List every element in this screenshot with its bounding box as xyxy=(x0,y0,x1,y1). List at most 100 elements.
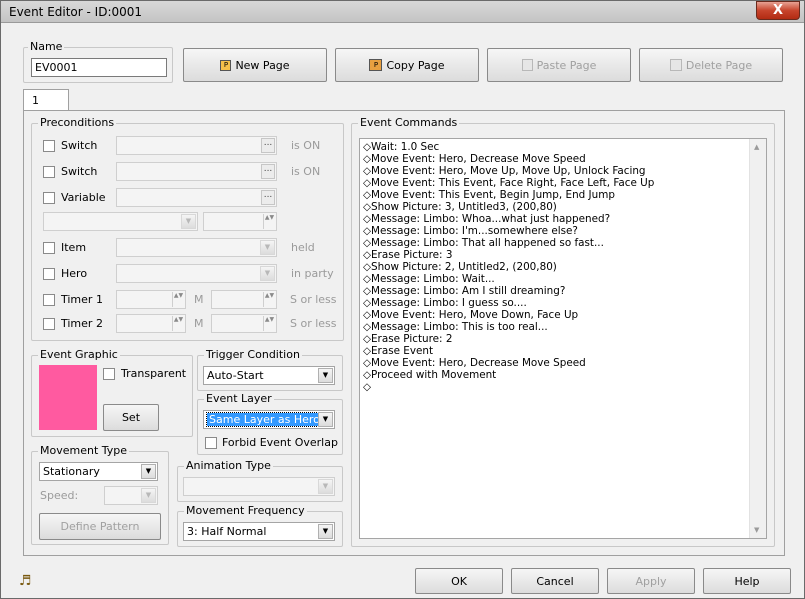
new-page-icon: P xyxy=(220,59,232,71)
command-line[interactable]: ◇Erase Picture: 2 xyxy=(360,333,766,345)
chevron-down-icon: ▼ xyxy=(318,412,333,427)
command-line[interactable]: ◇Wait: 1.0 Sec xyxy=(360,141,766,153)
music-icon[interactable]: ♬ xyxy=(19,573,32,589)
command-line[interactable]: ◇Move Event: This Event, Begin Jump, End… xyxy=(360,189,766,201)
event-layer-legend: Event Layer xyxy=(204,392,274,405)
switch1-browse-button[interactable]: ... xyxy=(261,138,275,153)
chevron-down-icon: ▼ xyxy=(181,214,196,229)
preconditions-group: Preconditions xyxy=(31,116,344,341)
timer1-label: Timer 1 xyxy=(61,293,103,306)
variable-checkbox[interactable] xyxy=(43,192,55,204)
command-line[interactable]: ◇Erase Picture: 3 xyxy=(360,249,766,261)
switch2-browse-button[interactable]: ... xyxy=(261,164,275,179)
spinner-arrows-icon[interactable]: ▲▼ xyxy=(263,316,275,331)
movement-type-select[interactable]: Stationary ▼ xyxy=(39,462,158,481)
hero-combo[interactable]: ▼ xyxy=(116,264,277,283)
title-bar[interactable]: Event Editor - ID:0001 X xyxy=(1,1,804,23)
timer2-m-label: M xyxy=(194,317,204,330)
variable-label: Variable xyxy=(61,191,106,204)
event-graphic-legend: Event Graphic xyxy=(38,348,120,361)
timer2-checkbox[interactable] xyxy=(43,318,55,330)
movement-frequency-select[interactable]: 3: Half Normal ▼ xyxy=(183,522,335,541)
timer1-checkbox[interactable] xyxy=(43,294,55,306)
tab-page-1[interactable]: 1 xyxy=(23,89,69,111)
timer1-seconds-spinner[interactable]: ▲▼ xyxy=(211,290,277,309)
item-checkbox[interactable] xyxy=(43,242,55,254)
commands-scrollbar[interactable]: ▲ ▼ xyxy=(749,139,766,538)
command-line[interactable]: ◇Show Picture: 3, Untitled3, (200,80) xyxy=(360,201,766,213)
command-line[interactable]: ◇Message: Limbo: This is too real... xyxy=(360,321,766,333)
timer2-minutes-spinner[interactable]: ▲▼ xyxy=(116,314,186,333)
timer2-seconds-spinner[interactable]: ▲▼ xyxy=(211,314,277,333)
timer1-minutes-spinner[interactable]: ▲▼ xyxy=(116,290,186,309)
item-combo[interactable]: ▼ xyxy=(116,238,277,257)
command-line[interactable]: ◇Move Event: Hero, Move Up, Move Up, Unl… xyxy=(360,165,766,177)
switch1-checkbox[interactable] xyxy=(43,140,55,152)
define-pattern-button[interactable]: Define Pattern xyxy=(39,513,161,540)
event-commands-list[interactable]: ◇Wait: 1.0 Sec ◇Move Event: Hero, Decreas… xyxy=(359,138,767,539)
event-editor-window: Event Editor - ID:0001 X Name EV0001 P N… xyxy=(0,0,805,599)
command-line[interactable]: ◇Move Event: Hero, Move Down, Face Up xyxy=(360,309,766,321)
name-legend: Name xyxy=(28,40,65,53)
variable-compare-combo[interactable]: ▼ xyxy=(43,212,198,231)
copy-page-label: Copy Page xyxy=(386,58,445,72)
name-input[interactable]: EV0001 xyxy=(31,58,167,77)
trigger-condition-select[interactable]: Auto-Start ▼ xyxy=(203,366,335,385)
command-line[interactable]: ◇Message: Limbo: Am I still dreaming? xyxy=(360,285,766,297)
command-line[interactable]: ◇Move Event: This Event, Face Right, Fac… xyxy=(360,177,766,189)
movement-type-legend: Movement Type xyxy=(38,444,130,457)
event-layer-select[interactable]: Same Layer as Hero ▼ xyxy=(203,410,335,429)
spinner-arrows-icon[interactable]: ▲▼ xyxy=(263,214,275,229)
chevron-down-icon: ▼ xyxy=(318,368,333,383)
window-title: Event Editor - ID:0001 xyxy=(9,5,143,19)
scroll-up-icon[interactable]: ▲ xyxy=(754,143,759,151)
variable-value-spinner[interactable]: ▲▼ xyxy=(203,212,277,231)
transparent-checkbox[interactable] xyxy=(103,368,115,380)
spinner-arrows-icon[interactable]: ▲▼ xyxy=(172,316,184,331)
close-button[interactable]: X xyxy=(756,1,800,20)
help-button[interactable]: Help xyxy=(703,568,791,594)
animation-type-select[interactable]: ▼ xyxy=(183,477,335,496)
command-line[interactable]: ◇Move Event: Hero, Decrease Move Speed xyxy=(360,357,766,369)
switch2-checkbox[interactable] xyxy=(43,166,55,178)
chevron-down-icon: ▼ xyxy=(318,524,333,539)
apply-button[interactable]: Apply xyxy=(607,568,695,594)
paste-page-button[interactable]: Paste Page xyxy=(487,48,631,82)
switch1-label: Switch xyxy=(61,139,98,152)
command-line[interactable]: ◇Erase Event xyxy=(360,345,766,357)
command-line[interactable]: ◇ xyxy=(360,381,766,393)
hero-checkbox[interactable] xyxy=(43,268,55,280)
hero-label: Hero xyxy=(61,267,88,280)
ok-button[interactable]: OK xyxy=(415,568,503,594)
item-label: Item xyxy=(61,241,87,254)
spinner-arrows-icon[interactable]: ▲▼ xyxy=(172,292,184,307)
paste-page-label: Paste Page xyxy=(536,58,597,72)
forbid-overlap-checkbox[interactable] xyxy=(205,437,217,449)
command-line[interactable]: ◇Proceed with Movement xyxy=(360,369,766,381)
speed-select[interactable]: ▼ xyxy=(104,486,158,505)
copy-page-button[interactable]: P Copy Page xyxy=(335,48,479,82)
delete-page-button[interactable]: Delete Page xyxy=(639,48,783,82)
chevron-down-icon: ▼ xyxy=(260,240,275,255)
command-line[interactable]: ◇Show Picture: 2, Untitled2, (200,80) xyxy=(360,261,766,273)
event-graphic-preview[interactable] xyxy=(39,365,97,430)
command-line[interactable]: ◇Message: Limbo: That all happened so fa… xyxy=(360,237,766,249)
command-line[interactable]: ◇Message: Limbo: I'm...somewhere else? xyxy=(360,225,766,237)
chevron-down-icon: ▼ xyxy=(260,266,275,281)
new-page-button[interactable]: P New Page xyxy=(183,48,327,82)
variable-browse-button[interactable]: ... xyxy=(261,190,275,205)
command-line[interactable]: ◇Move Event: Hero, Decrease Move Speed xyxy=(360,153,766,165)
scroll-down-icon[interactable]: ▼ xyxy=(754,526,759,534)
command-line[interactable]: ◇Message: Limbo: Wait... xyxy=(360,273,766,285)
delete-page-icon xyxy=(669,59,682,71)
command-line[interactable]: ◇Message: Limbo: Whoa...what just happen… xyxy=(360,213,766,225)
spinner-arrows-icon[interactable]: ▲▼ xyxy=(263,292,275,307)
set-graphic-button[interactable]: Set xyxy=(103,404,159,431)
switch1-suffix: is ON xyxy=(291,139,321,152)
cancel-button[interactable]: Cancel xyxy=(511,568,599,594)
chevron-down-icon: ▼ xyxy=(318,479,333,494)
switch2-label: Switch xyxy=(61,165,98,178)
variable-field: ... xyxy=(116,188,277,207)
timer1-s-label: S or less xyxy=(290,293,337,306)
command-line[interactable]: ◇Message: Limbo: I guess so.... xyxy=(360,297,766,309)
